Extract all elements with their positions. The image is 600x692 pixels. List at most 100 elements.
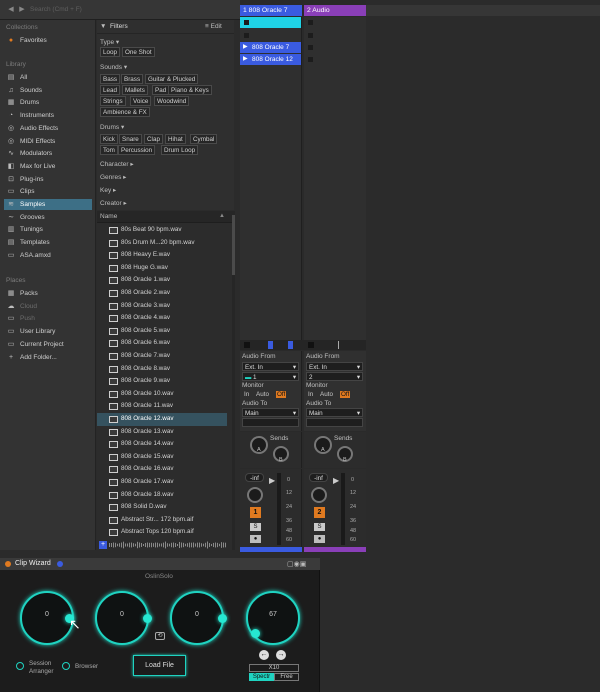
filter-tag[interactable]: Brass [121, 74, 144, 84]
input-channel-dropdown[interactable]: ▬ 1 ▾ [242, 372, 299, 381]
mode-spectr-button[interactable]: Spectr [249, 673, 274, 681]
filter-type-label[interactable]: Type ▾ [100, 38, 119, 46]
filter-tag[interactable]: Pad [152, 85, 170, 95]
track-header-1[interactable]: 1 808 Oracle 7 [240, 5, 302, 16]
sidebar-item-sounds[interactable]: ♫ Sounds [4, 85, 92, 96]
knob-2-handle[interactable] [143, 614, 152, 623]
file-list-item[interactable]: 808 Oracle 18.wav [97, 489, 227, 502]
knob-2[interactable]: 0 [95, 591, 149, 645]
session-arranger-radio[interactable] [16, 662, 24, 670]
file-list-item[interactable]: Abstract Str... 172 bpm.aif [97, 514, 227, 527]
filter-tag[interactable]: Guitar & Plucked [145, 74, 199, 84]
filter-sounds-label[interactable]: Sounds ▾ [100, 63, 127, 71]
filter-tag[interactable]: Mallets [122, 85, 148, 95]
knob-3[interactable]: 0 [170, 591, 224, 645]
filter-tag[interactable]: Woodwind [154, 96, 190, 106]
filter-tag[interactable]: Percussion [118, 145, 156, 155]
sidebar-item-packs[interactable]: ▦ Packs [4, 288, 92, 299]
filter-tag[interactable]: Cymbal [190, 134, 218, 144]
filter-creator-label[interactable]: Creator ▸ [100, 199, 127, 207]
stop-icon[interactable] [308, 45, 313, 50]
volume-value[interactable]: -inf [245, 473, 264, 482]
multiplier-display[interactable]: X10 [249, 664, 299, 672]
sidebar-item-instruments[interactable]: ◔ Instruments [4, 110, 92, 121]
load-file-button[interactable]: Load File [133, 655, 186, 676]
filter-tag[interactable]: Lead [100, 85, 121, 95]
stop-icon[interactable] [244, 20, 249, 25]
monitor-in-button[interactable]: In [244, 390, 249, 399]
edit-button[interactable]: ≡ Edit [205, 23, 222, 30]
preview-toggle-icon[interactable]: + [99, 541, 107, 549]
filter-tag[interactable]: Strings [100, 96, 126, 106]
sidebar-item-all[interactable]: ▤ All [4, 72, 92, 83]
sidebar-item-cloud[interactable]: ☁ Cloud [4, 301, 92, 312]
play-triangle-icon[interactable]: ▶ [243, 54, 248, 65]
sidebar-item-audio-effects[interactable]: ◎ Audio Effects [4, 123, 92, 134]
sidebar-item-grooves[interactable]: ∼ Grooves [4, 212, 92, 223]
audio-to-dropdown[interactable]: Main ▾ [306, 408, 363, 417]
file-list-scrollbar[interactable] [232, 211, 235, 550]
file-list-item[interactable]: 80s Beat 90 bpm.wav [97, 224, 227, 237]
stop-icon[interactable] [308, 33, 313, 38]
filter-genres-label[interactable]: Genres ▸ [100, 173, 126, 181]
sidebar-item-push[interactable]: ▭ Push [4, 313, 92, 324]
monitor-auto-button[interactable]: Auto [320, 390, 333, 399]
loop-icon[interactable]: ⟲ [155, 632, 165, 640]
device-power-icon[interactable] [5, 561, 11, 567]
track-header-2[interactable]: 2 Audio [304, 5, 366, 16]
play-triangle-icon[interactable]: ▶ [243, 42, 248, 53]
filter-tag[interactable]: Hihat [165, 134, 186, 144]
sidebar-item-drums[interactable]: ▦ Drums [4, 97, 92, 108]
stop-icon[interactable] [308, 20, 313, 25]
input-channel-dropdown[interactable]: 2 ▾ [306, 372, 363, 381]
clip-slot-empty[interactable] [304, 54, 365, 65]
scrollbar-thumb[interactable] [232, 215, 235, 275]
solo-button[interactable]: S [250, 523, 261, 531]
filter-key-label[interactable]: Key ▸ [100, 186, 116, 194]
filter-tag[interactable]: One Shot [122, 47, 155, 57]
file-list-item[interactable]: 808 Oracle 3.wav [97, 300, 227, 313]
mode-free-button[interactable]: Free [274, 673, 299, 681]
sidebar-item-templates[interactable]: ▤ Templates [4, 237, 92, 248]
file-list-item[interactable]: Abstract Tops 120 bpm.aif [97, 526, 227, 539]
file-list-header[interactable]: Name ▲ [97, 211, 234, 223]
filter-tag[interactable]: Voice [130, 96, 152, 106]
sidebar-item-plug-ins[interactable]: ⊡ Plug-ins [4, 174, 92, 185]
clip-slot-empty[interactable] [240, 30, 301, 41]
filter-tag[interactable]: Piano & Keys [168, 85, 212, 95]
knob-3-handle[interactable] [218, 614, 227, 623]
filter-drums-label[interactable]: Drums ▾ [100, 123, 124, 131]
prev-arrow-icon[interactable]: ← [259, 650, 269, 660]
filter-tag[interactable]: Ambience & FX [100, 107, 150, 117]
audio-from-dropdown[interactable]: Ext. In ▾ [306, 362, 363, 371]
sidebar-item-add-folder-[interactable]: + Add Folder... [4, 352, 92, 363]
sidebar-item-samples[interactable]: ≋ Samples [4, 199, 92, 210]
clip-slot-808-oracle-7[interactable]: ▶ 808 Oracle 7 [240, 42, 301, 53]
file-list-item[interactable]: 808 Oracle 13.wav [97, 426, 227, 439]
file-list-item[interactable]: 808 Oracle 12.wav [97, 413, 227, 426]
file-list-item[interactable]: 808 Oracle 17.wav [97, 476, 227, 489]
file-list-item[interactable]: 808 Oracle 2.wav [97, 287, 227, 300]
monitor-auto-button[interactable]: Auto [256, 390, 269, 399]
fader-handle-icon[interactable]: ▶ [269, 476, 275, 485]
stop-icon[interactable] [308, 342, 314, 348]
filter-tag[interactable]: Kick [100, 134, 118, 144]
device-info-icon[interactable] [57, 561, 63, 567]
next-arrow-icon[interactable]: → [276, 650, 286, 660]
file-list-item[interactable]: 808 Heavy E.wav [97, 249, 227, 262]
clip-slot-playing[interactable] [240, 17, 301, 28]
file-list-item[interactable]: 808 Oracle 9.wav [97, 375, 227, 388]
fader-handle-icon[interactable]: ▶ [333, 476, 339, 485]
file-list-item[interactable]: 808 Oracle 7.wav [97, 350, 227, 363]
solo-button[interactable]: S [314, 523, 325, 531]
file-list-item[interactable]: 808 Oracle 4.wav [97, 312, 227, 325]
sidebar-item-max-for-live[interactable]: ◧ Max for Live [4, 161, 92, 172]
sidebar-item-user-library[interactable]: ▭ User Library [4, 326, 92, 337]
clip-slot-empty[interactable] [304, 42, 365, 53]
clip-slot-808-oracle-12[interactable]: ▶ 808 Oracle 12 [240, 54, 301, 65]
pan-knob[interactable] [311, 487, 327, 503]
stop-icon[interactable] [308, 57, 313, 62]
filter-tag[interactable]: Snare [119, 134, 142, 144]
forward-arrow-icon[interactable]: ▶ [17, 5, 27, 15]
file-list-item[interactable]: 808 Oracle 5.wav [97, 325, 227, 338]
